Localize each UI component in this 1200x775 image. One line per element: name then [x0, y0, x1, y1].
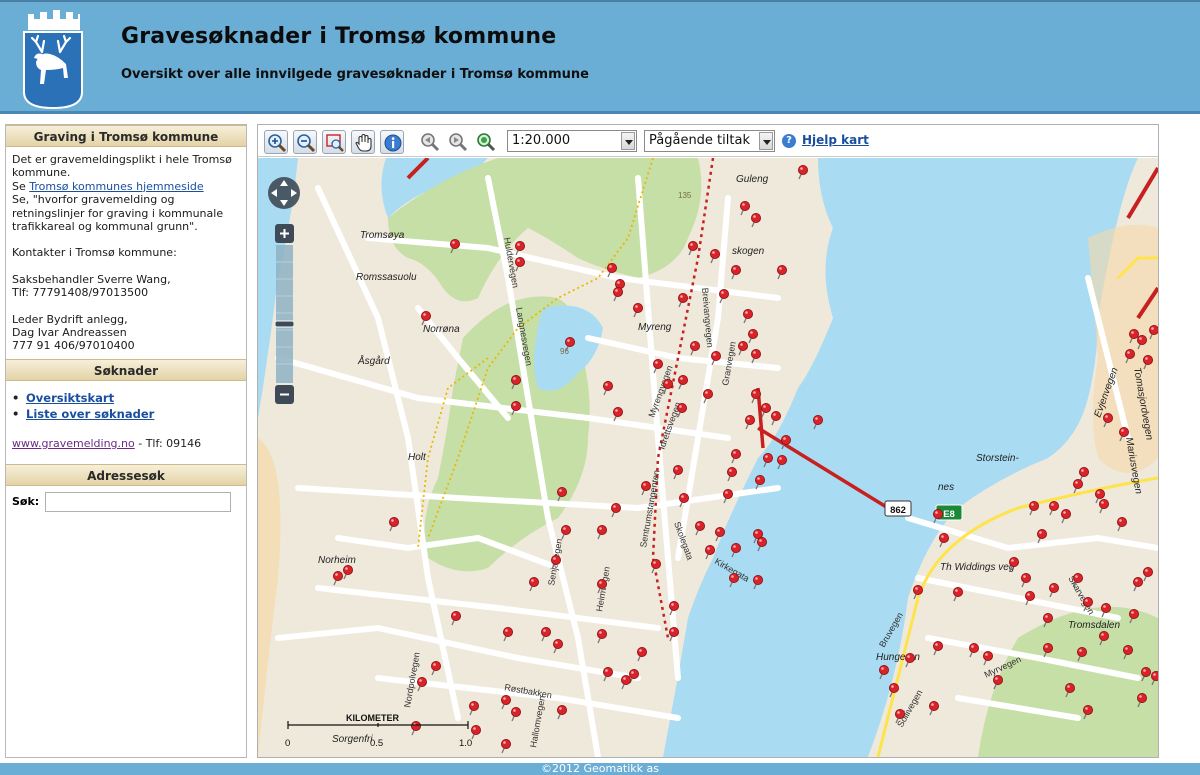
pin-marker-icon[interactable] — [756, 536, 767, 552]
link-prefix: Se — [12, 179, 30, 193]
chevron-down-icon — [759, 132, 773, 150]
list-item: Oversiktskart — [12, 391, 240, 405]
zoom-full-icon[interactable] — [474, 130, 498, 154]
map-panel: 1:20.000 Pågående tiltak ? Hjelp kart 86… — [257, 124, 1159, 758]
info-text-gravemeldingsplikt: Det er gravemeldingsplikt i hele Tromsø … — [12, 153, 232, 180]
pan-hand-icon[interactable] — [351, 130, 375, 154]
search-label: Søk: — [12, 495, 40, 509]
layer-select[interactable]: Pågående tiltak — [644, 130, 775, 152]
main-road — [406, 158, 430, 180]
scale-select-value: 1:20.000 — [512, 133, 571, 148]
info-icon[interactable] — [380, 130, 404, 154]
place-label: skogen — [732, 246, 765, 257]
place-label: Storstein- — [976, 453, 1019, 464]
address-search-input[interactable] — [45, 491, 232, 512]
map-graphics: 862 E8 Guleng Tromsøya Romssasuolu skoge… — [258, 158, 1158, 757]
pin-marker-icon[interactable] — [879, 664, 890, 680]
contact-heading: Kontakter i Tromsø kommune: — [12, 246, 177, 260]
scalebar-tick: 0.5 — [370, 738, 383, 749]
applications-list-link[interactable]: Liste over søknader — [26, 407, 154, 421]
applications-panel-heading: Søknader — [6, 358, 246, 381]
pin-marker-icon[interactable] — [777, 454, 788, 470]
place-label: Sorgenfri — [332, 734, 373, 745]
contact1-name: Saksbehandler Sverre Wang, — [12, 272, 171, 286]
zoom-previous-icon[interactable] — [418, 130, 442, 154]
contact2-name: Dag Ivar Andreassen — [12, 326, 127, 340]
chevron-down-icon — [621, 132, 635, 150]
route-862-label: 862 — [890, 505, 906, 516]
place-label: Holt — [408, 452, 427, 463]
elevation-label: 135 — [678, 191, 692, 200]
zoom-slider[interactable] — [274, 224, 295, 405]
info-link-line: Se Tromsø kommunes hjemmeside — [12, 180, 240, 193]
contact1-phone: Tlf: 77791408/97013500 — [12, 286, 149, 300]
pin-marker-icon[interactable] — [813, 414, 824, 430]
address-search-row: Søk: — [6, 486, 246, 518]
place-label: nes — [938, 482, 954, 493]
place-label: Norheim — [318, 555, 356, 566]
place-label: Åsgård — [357, 354, 390, 367]
pin-marker-icon[interactable] — [762, 452, 773, 468]
tromso-homepage-link[interactable]: Tromsø kommunes hjemmeside — [29, 180, 203, 193]
place-label: Tromsdalen — [1068, 620, 1120, 631]
page-footer: ©2012 Geomatikk as — [0, 763, 1200, 775]
zoom-box-icon[interactable] — [322, 130, 346, 154]
layer-select-value: Pågående tiltak — [649, 133, 750, 148]
info-panel-heading: Graving i Tromsø kommune — [6, 125, 246, 147]
map-toolbar: 1:20.000 Pågående tiltak ? Hjelp kart — [258, 125, 1158, 157]
pin-marker-icon[interactable] — [752, 574, 763, 590]
sidebar: Graving i Tromsø kommune Det er gravemel… — [5, 124, 247, 758]
address-search-heading: Adressesøk — [6, 463, 246, 486]
pin-marker-icon[interactable] — [730, 542, 741, 558]
elevation-label: 96 — [560, 347, 569, 356]
applications-links: Oversiktskart Liste over søknader — [6, 381, 246, 429]
pan-control[interactable] — [266, 175, 302, 211]
overview-map-link[interactable]: Oversiktskart — [26, 391, 114, 405]
info-text-guidelines: Se, "hvorfor gravemelding og retningslin… — [12, 193, 224, 234]
place-label: Th Widdings veg — [940, 562, 1015, 573]
place-label: Guleng — [736, 174, 769, 185]
place-label: Tromsøya — [360, 230, 405, 241]
tromso-coat-of-arms-logo — [20, 8, 86, 110]
place-label: Norrøna — [423, 324, 460, 335]
route-e8-label: E8 — [943, 509, 955, 520]
scalebar-tick: 1.0 — [459, 738, 472, 749]
page-header: Gravesøknader i Tromsø kommune Oversikt … — [0, 0, 1200, 114]
map-canvas[interactable]: 862 E8 Guleng Tromsøya Romssasuolu skoge… — [258, 158, 1158, 757]
gravemelding-contact: www.gravemelding.no - Tlf: 09146 — [6, 429, 246, 464]
pin-marker-icon[interactable] — [933, 508, 944, 524]
place-label: Romssasuolu — [356, 272, 417, 283]
contact2-title: Leder Bydrift anlegg, — [12, 312, 128, 326]
gravemelding-link[interactable]: www.gravemelding.no — [12, 437, 135, 450]
gravemelding-phone: - Tlf: 09146 — [134, 436, 202, 450]
page-subtitle: Oversikt over alle innvilgede gravesøkna… — [121, 67, 589, 82]
info-panel-body: Det er gravemeldingsplikt i hele Tromsø … — [6, 147, 246, 359]
place-label: Myreng — [638, 322, 672, 333]
page-title: Gravesøknader i Tromsø kommune — [121, 24, 557, 49]
pin-marker-icon[interactable] — [728, 572, 739, 588]
list-item: Liste over søknader — [12, 407, 240, 421]
scale-select[interactable]: 1:20.000 — [507, 130, 637, 152]
route-shield-862: 862 — [884, 500, 912, 517]
pin-marker-icon[interactable] — [754, 474, 765, 490]
contact2-phone: 777 91 406/97010400 — [12, 339, 135, 353]
zoom-out-icon[interactable] — [293, 130, 317, 154]
zoom-next-icon[interactable] — [446, 130, 470, 154]
map-help-link[interactable]: Hjelp kart — [782, 133, 869, 147]
scalebar-tick: 0 — [285, 738, 290, 749]
bridge-road — [757, 426, 889, 510]
zoom-in-icon[interactable] — [264, 130, 288, 154]
scalebar-title: KILOMETER — [346, 713, 399, 723]
